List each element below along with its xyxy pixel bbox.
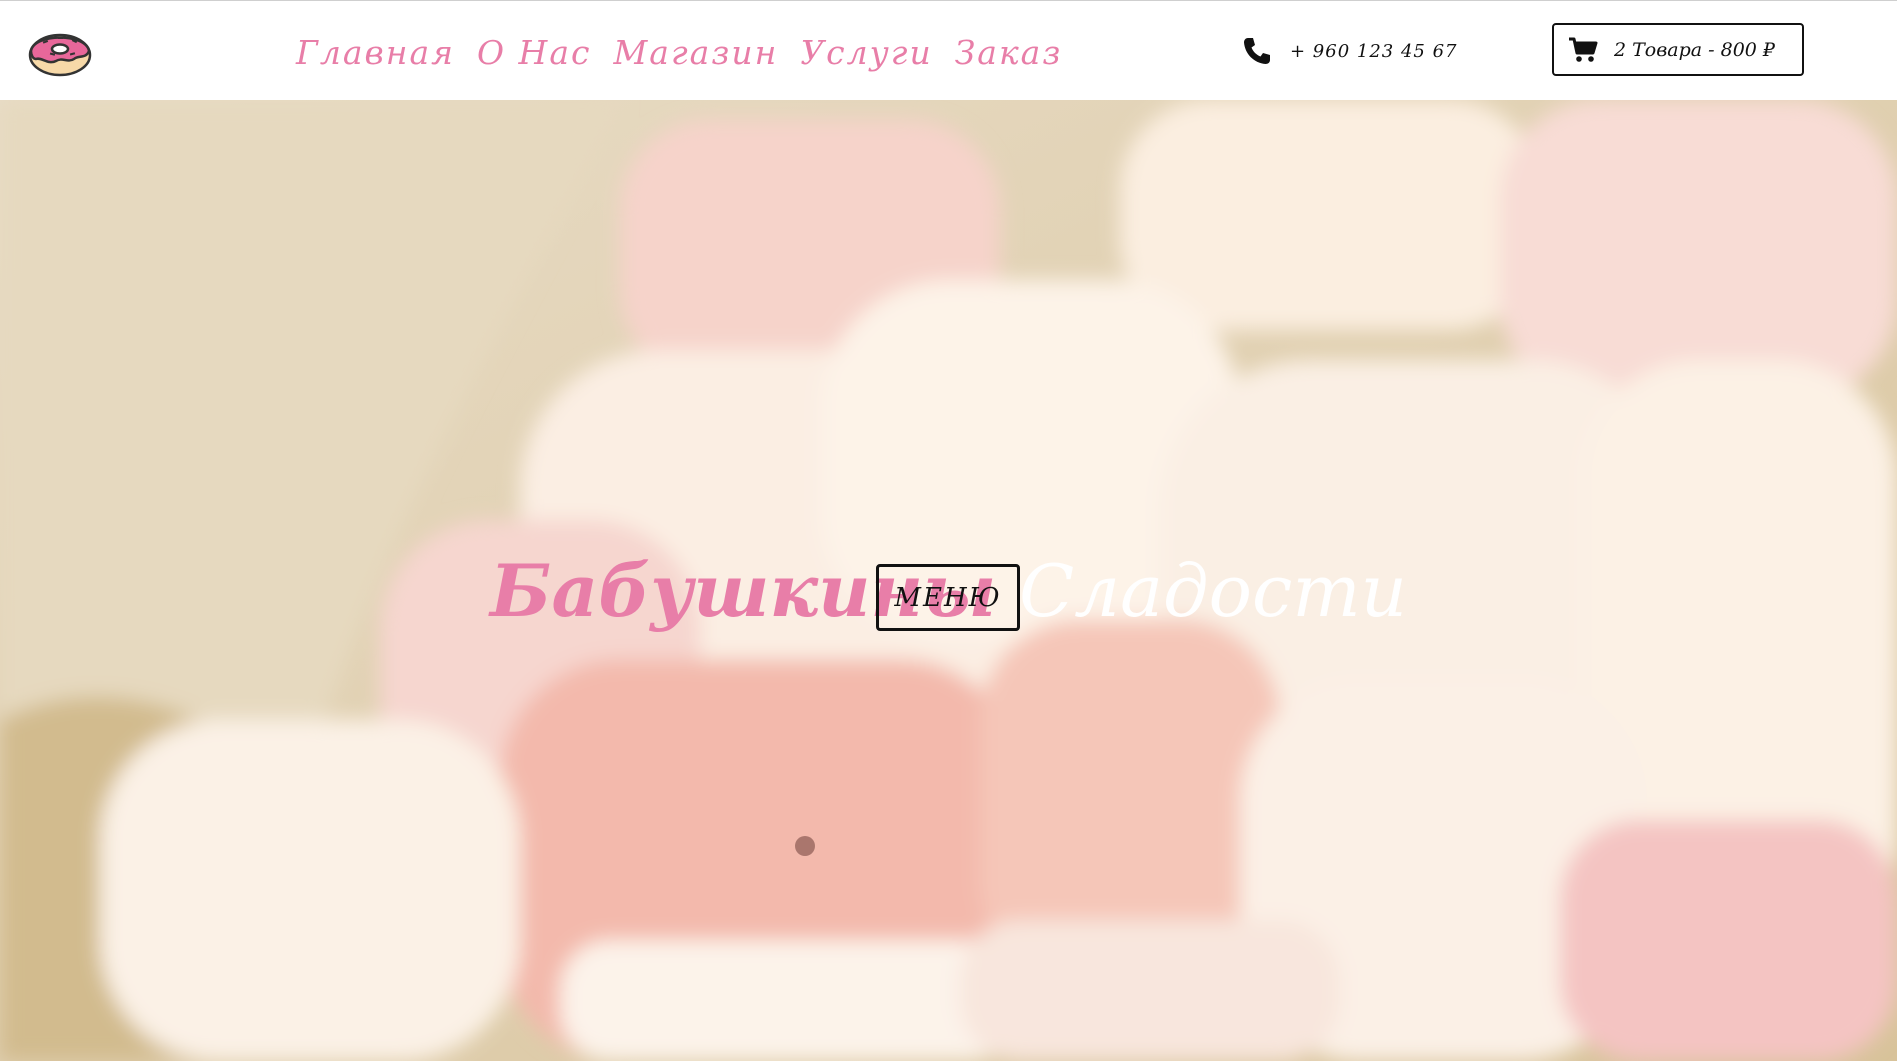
phone-contact[interactable]: + 960 123 45 67 — [1242, 31, 1458, 71]
main-nav: Главная О Нас Магазин Услуги Заказ — [296, 29, 1062, 75]
shopping-cart-icon — [1569, 37, 1598, 62]
donut-icon[interactable] — [28, 25, 92, 77]
menu-button[interactable]: МЕНЮ — [876, 564, 1020, 631]
nav-link-services[interactable]: Услуги — [800, 33, 932, 72]
hero-title-part2: Сладости — [1019, 549, 1407, 633]
nav-link-order[interactable]: Заказ — [955, 33, 1063, 72]
site-header: Главная О Нас Магазин Услуги Заказ + 960… — [0, 1, 1897, 100]
nav-link-about[interactable]: О Нас — [477, 33, 591, 72]
cart-button[interactable]: 2 Товара - 800 ₽ — [1552, 23, 1804, 76]
phone-icon — [1244, 38, 1270, 64]
phone-number[interactable]: + 960 123 45 67 — [1290, 41, 1458, 62]
nav-link-shop[interactable]: Магазин — [614, 33, 779, 72]
cart-summary: 2 Товара - 800 ₽ — [1614, 38, 1776, 61]
hero-banner: Бабушкины Сладости МЕНЮ — [0, 100, 1897, 1061]
nav-link-home[interactable]: Главная — [296, 33, 455, 72]
